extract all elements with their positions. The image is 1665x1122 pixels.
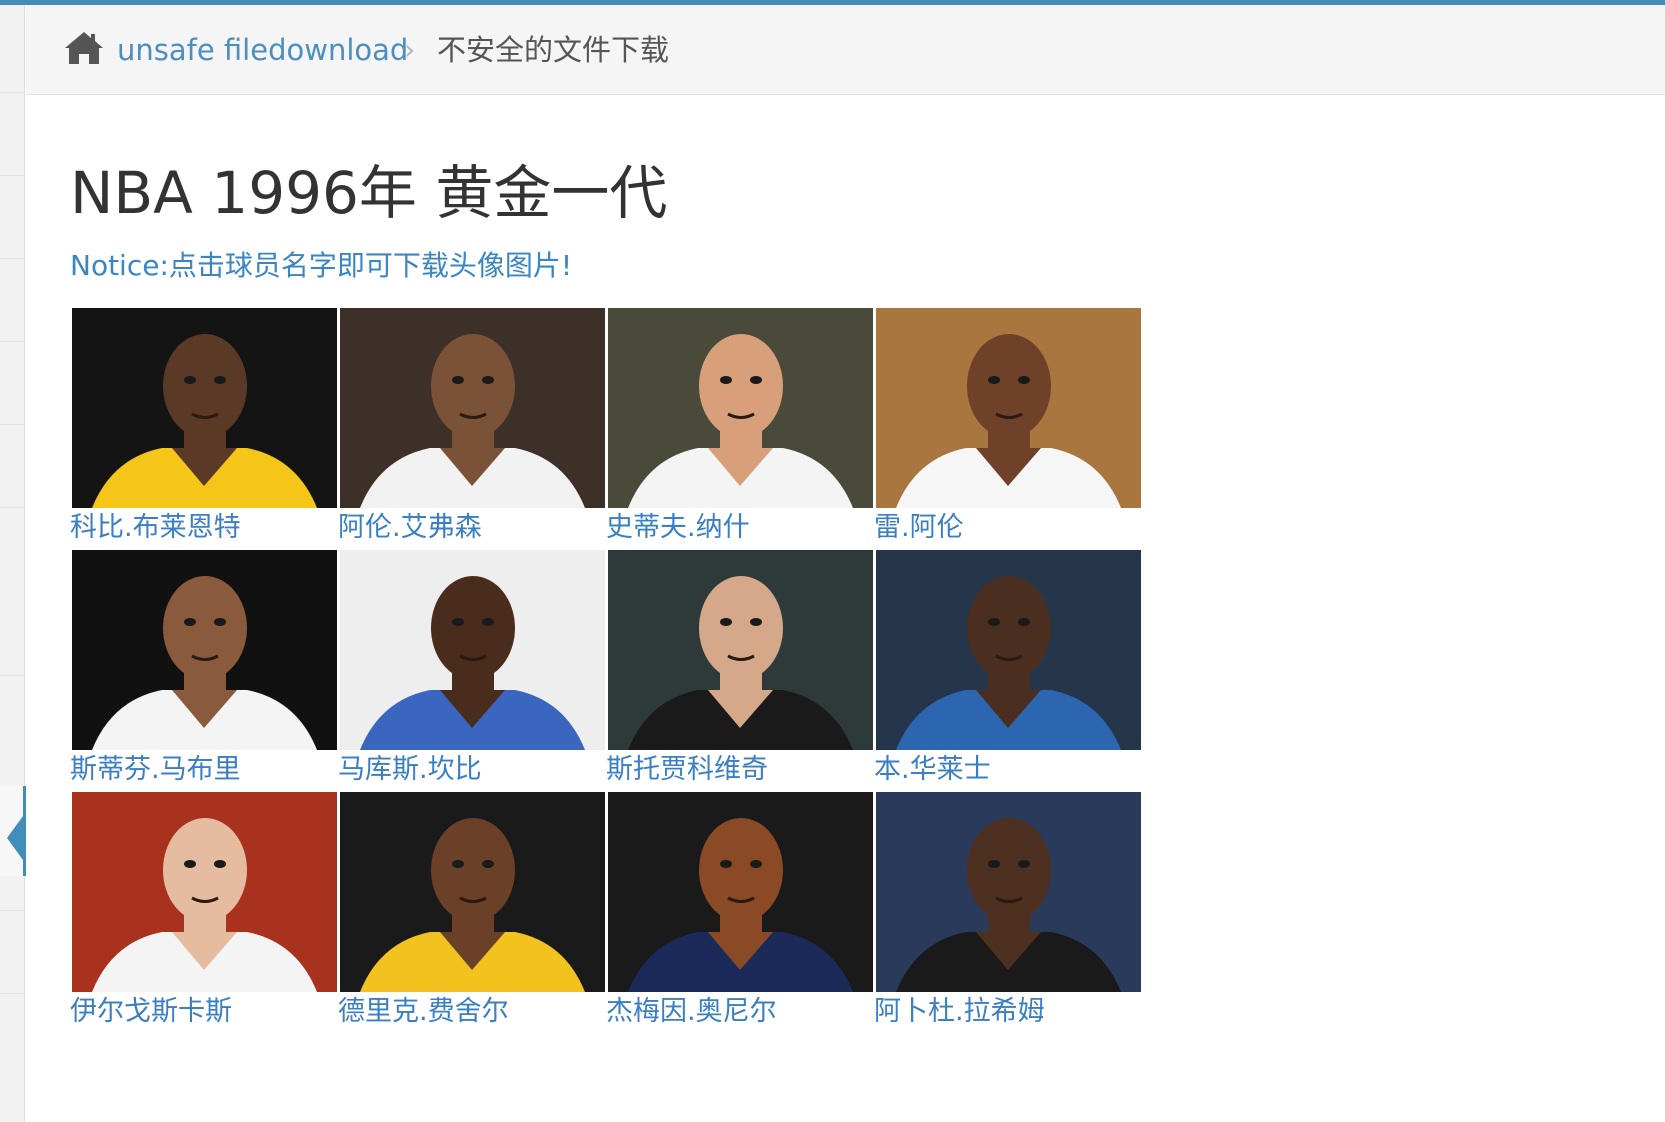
player-download-link[interactable]: 斯托贾科维奇 [606,750,873,790]
breadcrumb-current: 不安全的文件下载 [437,33,670,67]
sidebar-divider [0,341,24,342]
player-download-link[interactable]: 杰梅因.奥尼尔 [606,992,873,1032]
player-card: 杰梅因.奥尼尔 [606,792,873,1037]
sidebar-divider [0,175,24,176]
player-photo [876,308,1141,508]
player-photo [340,308,605,508]
player-card: 德里克.费舍尔 [338,792,605,1037]
player-download-link[interactable]: 德里克.费舍尔 [338,992,605,1032]
player-card: 科比.布莱恩特 [70,308,337,553]
player-photo [608,550,873,750]
page-title: NBA 1996年 黄金一代 [70,159,668,227]
player-card: 马库斯.坎比 [338,550,605,795]
player-download-link[interactable]: 科比.布莱恩特 [70,508,337,548]
player-card: 本.华莱士 [874,550,1141,795]
player-card: 史蒂夫.纳什 [606,308,873,553]
player-download-link[interactable]: 马库斯.坎比 [338,750,605,790]
sidebar-divider [0,910,24,911]
player-card: 伊尔戈斯卡斯 [70,792,337,1037]
player-card: 雷.阿伦 [874,308,1141,553]
player-download-link[interactable]: 阿卜杜.拉希姆 [874,992,1141,1032]
player-download-link[interactable]: 斯蒂芬.马布里 [70,750,337,790]
player-card: 阿伦.艾弗森 [338,308,605,553]
sidebar-divider [0,92,24,93]
player-photo [340,550,605,750]
player-photo [876,550,1141,750]
player-photo [876,792,1141,992]
sidebar-divider [0,993,24,994]
player-photo [72,550,337,750]
player-download-link[interactable]: 史蒂夫.纳什 [606,508,873,548]
player-photo [72,792,337,992]
sidebar-divider [0,258,24,259]
sidebar-collapsed [0,5,25,1122]
sidebar-divider [0,675,24,676]
player-card: 阿卜杜.拉希姆 [874,792,1141,1037]
home-icon[interactable] [64,30,104,66]
chevron-right-icon: › [404,33,416,66]
player-download-link[interactable]: 阿伦.艾弗森 [338,508,605,548]
player-photo [608,308,873,508]
player-photo [340,792,605,992]
player-download-link[interactable]: 雷.阿伦 [874,508,1141,548]
sidebar-divider [0,424,24,425]
caret-left-icon [7,816,23,860]
player-photo [72,308,337,508]
sidebar-divider [0,507,24,508]
notice-text: Notice:点击球员名字即可下载头像图片! [70,249,573,282]
player-card: 斯托贾科维奇 [606,550,873,795]
player-download-link[interactable]: 本.华莱士 [874,750,1141,790]
breadcrumb-link-home[interactable]: unsafe filedownload [117,30,408,70]
player-photo [608,792,873,992]
sidebar-collapse-toggle[interactable] [0,786,26,876]
player-download-link[interactable]: 伊尔戈斯卡斯 [70,992,337,1032]
player-card: 斯蒂芬.马布里 [70,550,337,795]
